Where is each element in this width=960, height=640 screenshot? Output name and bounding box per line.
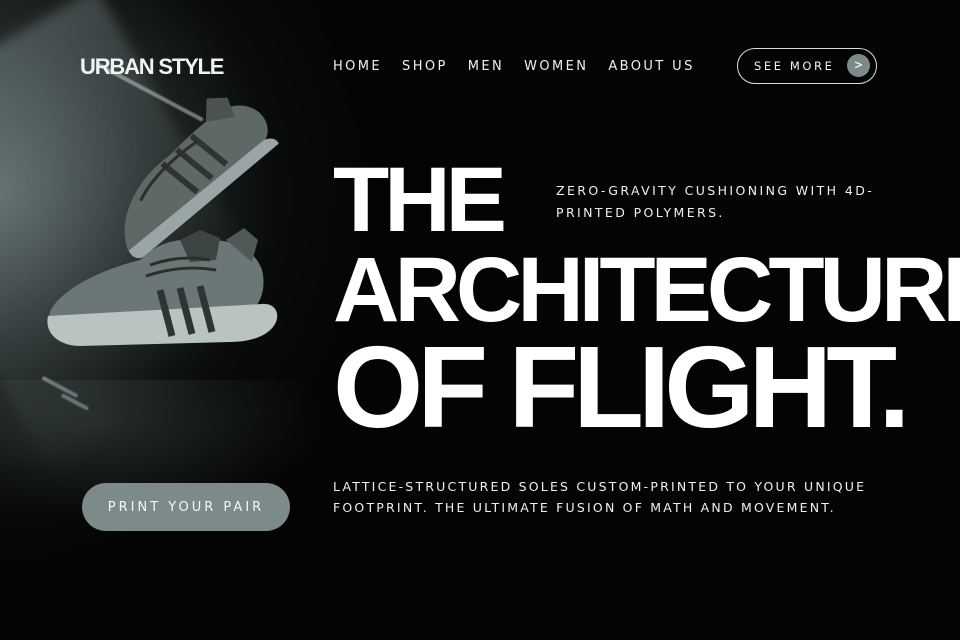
nav-item-men[interactable]: MEN <box>468 59 504 74</box>
brand-logo[interactable]: URBAN STYLE <box>80 54 224 80</box>
hero-tagline: ZERO-GRAVITY CUSHIONING WITH 4D-PRINTED … <box>556 183 875 220</box>
nav-item-women[interactable]: WOMEN <box>524 59 588 74</box>
nav-item-home[interactable]: HOME <box>333 59 382 74</box>
print-your-pair-button[interactable]: PRINT YOUR PAIR <box>82 483 290 531</box>
see-more-button[interactable]: SEE MORE > <box>737 48 877 84</box>
headline-line-1: THE <box>333 149 507 251</box>
chevron-right-icon: > <box>847 54 870 77</box>
nav-item-shop[interactable]: SHOP <box>402 59 448 74</box>
hero-description: LATTICE-STRUCTURED SOLES CUSTOM-PRINTED … <box>333 479 867 515</box>
sneakers-image <box>47 97 279 346</box>
headline-line-3: OF FLIGHT. <box>333 322 910 452</box>
main-nav: HOME SHOP MEN WOMEN ABOUT US <box>333 59 715 74</box>
nav-item-about-us[interactable]: ABOUT US <box>608 59 694 74</box>
see-more-label: SEE MORE <box>754 59 835 73</box>
hero-section: URBAN STYLE HOME SHOP MEN WOMEN ABOUT US… <box>0 0 960 640</box>
